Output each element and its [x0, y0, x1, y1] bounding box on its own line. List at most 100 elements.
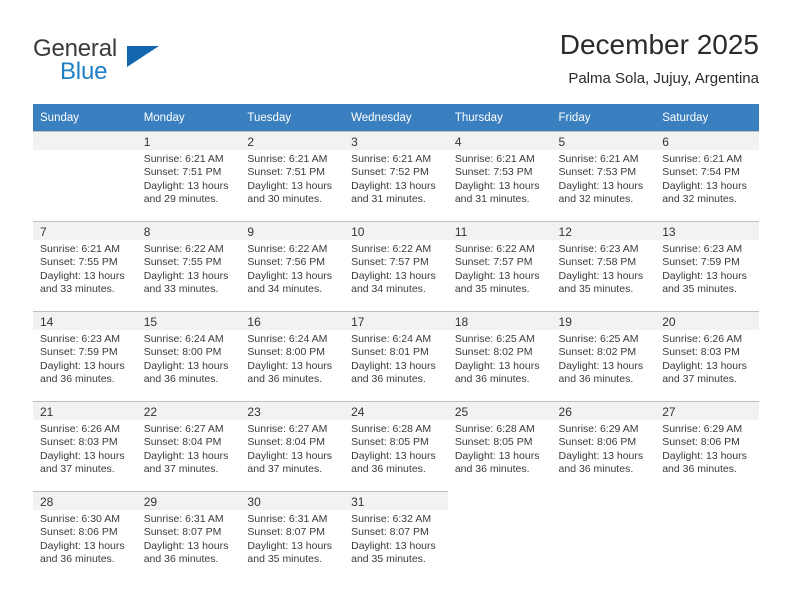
calendar-day-cell[interactable]: 7 Sunrise: 6:21 AM Sunset: 7:55 PM Daylight… [33, 221, 137, 311]
day-number [448, 491, 552, 509]
day-number: 3 [344, 132, 448, 150]
calendar-day-cell[interactable]: 8 Sunrise: 6:22 AM Sunset: 7:55 PM Daylight… [136, 221, 241, 311]
title-block: December 2025 Palma Sola, Jujuy, Argenti… [560, 28, 759, 90]
weekday-header-thursday: Thursday [447, 104, 552, 131]
day-details: Sunrise: 6:21 AM Sunset: 7:51 PM Daylight:… [240, 150, 344, 207]
calendar-day-cell[interactable]: 14 Sunrise: 6:23 AM Sunset: 7:59 PM Dayligh… [33, 311, 137, 401]
sunset-text: Sunset: 8:01 PM [351, 346, 429, 359]
calendar-day-cell[interactable]: 23 Sunrise: 6:27 AM Sunset: 8:04 PM Dayligh… [240, 401, 345, 491]
day-number [33, 132, 137, 150]
sunrise-text: Sunrise: 6:21 AM [143, 153, 224, 165]
sunset-text: Sunset: 8:02 PM [454, 346, 533, 359]
sunrise-text: Sunrise: 6:28 AM [351, 423, 432, 435]
daylight-text-line2: and 36 minutes. [558, 463, 634, 476]
calendar-day-cell[interactable]: 28 Sunrise: 6:30 AM Sunset: 8:06 PM Dayligh… [33, 491, 137, 581]
day-details: Sunrise: 6:22 AM Sunset: 7:57 PM Daylight:… [448, 240, 552, 297]
day-number: 24 [344, 402, 448, 420]
day-details: Sunrise: 6:24 AM Sunset: 8:00 PM Daylight:… [137, 330, 241, 387]
calendar-day-cell[interactable]: 1 Sunrise: 6:21 AM Sunset: 7:51 PM Daylight… [136, 131, 241, 221]
day-cell-inner: 8 Sunrise: 6:22 AM Sunset: 7:55 PM Daylight… [136, 221, 241, 311]
calendar-day-cell[interactable]: 29 Sunrise: 6:31 AM Sunset: 8:07 PM Dayligh… [136, 491, 241, 581]
day-number: 7 [33, 222, 137, 240]
day-cell-inner: 4 Sunrise: 6:21 AM Sunset: 7:53 PM Daylight… [447, 131, 552, 221]
sunset-text: Sunset: 7:56 PM [247, 256, 326, 269]
calendar-day-cell[interactable]: 26 Sunrise: 6:29 AM Sunset: 8:06 PM Dayligh… [551, 401, 656, 491]
weekday-row: Sunday Monday Tuesday Wednesday Thursday… [33, 104, 759, 131]
calendar-day-cell[interactable]: 2 Sunrise: 6:21 AM Sunset: 7:51 PM Daylight… [240, 131, 345, 221]
day-cell-inner: 1 Sunrise: 6:21 AM Sunset: 7:51 PM Daylight… [136, 131, 241, 221]
calendar-grid: Sunday Monday Tuesday Wednesday Thursday… [33, 104, 759, 581]
sunset-text: Sunset: 7:53 PM [454, 166, 533, 179]
daylight-text-line2: and 36 minutes. [40, 553, 115, 566]
weekday-header-tuesday: Tuesday [240, 104, 345, 131]
day-cell-inner: 6 Sunrise: 6:21 AM Sunset: 7:54 PM Daylight… [655, 131, 759, 221]
day-number: 26 [551, 402, 656, 420]
calendar-day-cell[interactable]: 16 Sunrise: 6:24 AM Sunset: 8:00 PM Dayligh… [240, 311, 345, 401]
calendar-day-cell[interactable]: 5 Sunrise: 6:21 AM Sunset: 7:53 PM Daylight… [551, 131, 656, 221]
daylight-text-line1: Daylight: 13 hours [558, 179, 644, 192]
calendar-day-cell[interactable]: 3 Sunrise: 6:21 AM Sunset: 7:52 PM Daylight… [344, 131, 448, 221]
daylight-text-line1: Daylight: 13 hours [351, 539, 436, 552]
day-cell-inner [552, 491, 656, 581]
daylight-text-line2: and 36 minutes. [454, 373, 530, 386]
day-details: Sunrise: 6:21 AM Sunset: 7:54 PM Daylight:… [655, 150, 759, 207]
weekday-header-wednesday: Wednesday [344, 104, 448, 131]
sunset-text: Sunset: 8:05 PM [351, 436, 429, 449]
weekday-header-sunday: Sunday [33, 104, 137, 131]
daylight-text-line1: Daylight: 13 hours [558, 269, 644, 282]
calendar-day-cell[interactable]: 17 Sunrise: 6:24 AM Sunset: 8:01 PM Dayligh… [344, 311, 448, 401]
day-details: Sunrise: 6:26 AM Sunset: 8:03 PM Daylight:… [655, 330, 759, 387]
calendar-day-cell[interactable]: 21 Sunrise: 6:26 AM Sunset: 8:03 PM Dayligh… [33, 401, 137, 491]
day-cell-inner: 31 Sunrise: 6:32 AM Sunset: 8:07 PM Dayligh… [344, 491, 448, 581]
calendar-week-row: 14 Sunrise: 6:23 AM Sunset: 7:59 PM Dayligh… [33, 311, 759, 401]
calendar-day-cell[interactable]: 27 Sunrise: 6:29 AM Sunset: 8:06 PM Dayligh… [655, 401, 759, 491]
day-details: Sunrise: 6:26 AM Sunset: 8:03 PM Daylight:… [33, 420, 137, 477]
daylight-text-line1: Daylight: 13 hours [247, 179, 333, 192]
sunrise-text: Sunrise: 6:24 AM [351, 333, 432, 345]
calendar-day-cell[interactable]: 19 Sunrise: 6:25 AM Sunset: 8:02 PM Dayligh… [551, 311, 656, 401]
calendar-week-row: 1 Sunrise: 6:21 AM Sunset: 7:51 PM Daylight… [33, 131, 759, 221]
sunset-text: Sunset: 8:06 PM [40, 526, 118, 539]
daylight-text-line1: Daylight: 13 hours [40, 449, 125, 462]
daylight-text-line1: Daylight: 13 hours [662, 359, 747, 372]
day-details: Sunrise: 6:25 AM Sunset: 8:02 PM Daylight:… [448, 330, 552, 387]
calendar-day-cell[interactable]: 15 Sunrise: 6:24 AM Sunset: 8:00 PM Dayligh… [136, 311, 241, 401]
calendar-day-cell[interactable]: 31 Sunrise: 6:32 AM Sunset: 8:07 PM Dayligh… [344, 491, 448, 581]
calendar-day-cell[interactable]: 22 Sunrise: 6:27 AM Sunset: 8:04 PM Dayligh… [136, 401, 241, 491]
calendar-day-cell[interactable]: 6 Sunrise: 6:21 AM Sunset: 7:54 PM Daylight… [655, 131, 759, 221]
day-cell-inner: 13 Sunrise: 6:23 AM Sunset: 7:59 PM Dayligh… [655, 221, 759, 311]
calendar-day-cell[interactable]: 20 Sunrise: 6:26 AM Sunset: 8:03 PM Dayligh… [655, 311, 759, 401]
calendar-day-cell[interactable]: 30 Sunrise: 6:31 AM Sunset: 8:07 PM Dayligh… [240, 491, 345, 581]
calendar-weekday-header: Sunday Monday Tuesday Wednesday Thursday… [33, 104, 759, 131]
calendar-day-cell[interactable]: 24 Sunrise: 6:28 AM Sunset: 8:05 PM Dayligh… [344, 401, 448, 491]
sunset-text: Sunset: 8:07 PM [143, 526, 222, 539]
calendar-day-cell[interactable]: 10 Sunrise: 6:22 AM Sunset: 7:57 PM Dayligh… [344, 221, 448, 311]
calendar-day-cell[interactable]: 25 Sunrise: 6:28 AM Sunset: 8:05 PM Dayligh… [447, 401, 552, 491]
sunrise-text: Sunrise: 6:22 AM [143, 243, 224, 255]
daylight-text-line1: Daylight: 13 hours [247, 539, 333, 552]
calendar-day-cell[interactable]: 13 Sunrise: 6:23 AM Sunset: 7:59 PM Dayligh… [655, 221, 759, 311]
sunset-text: Sunset: 7:51 PM [143, 166, 222, 179]
day-details: Sunrise: 6:30 AM Sunset: 8:06 PM Daylight:… [33, 510, 137, 567]
sunset-text: Sunset: 8:04 PM [143, 436, 222, 449]
sunrise-text: Sunrise: 6:21 AM [558, 153, 639, 165]
daylight-text-line1: Daylight: 13 hours [143, 179, 229, 192]
calendar-day-cell[interactable]: 12 Sunrise: 6:23 AM Sunset: 7:58 PM Dayligh… [551, 221, 656, 311]
calendar-day-cell[interactable]: 4 Sunrise: 6:21 AM Sunset: 7:53 PM Daylight… [447, 131, 552, 221]
day-details: Sunrise: 6:21 AM Sunset: 7:51 PM Daylight:… [137, 150, 241, 207]
day-cell-inner: 26 Sunrise: 6:29 AM Sunset: 8:06 PM Dayligh… [551, 401, 656, 491]
daylight-text-line2: and 31 minutes. [454, 193, 530, 206]
day-number: 18 [447, 312, 552, 330]
sunrise-text: Sunrise: 6:28 AM [454, 423, 535, 435]
calendar-day-cell[interactable]: 18 Sunrise: 6:25 AM Sunset: 8:02 PM Dayligh… [447, 311, 552, 401]
day-number: 5 [551, 132, 656, 150]
day-number: 9 [240, 222, 345, 240]
day-details: Sunrise: 6:28 AM Sunset: 8:05 PM Daylight:… [448, 420, 552, 477]
daylight-text-line1: Daylight: 13 hours [351, 179, 436, 192]
calendar-day-cell[interactable]: 11 Sunrise: 6:22 AM Sunset: 7:57 PM Dayligh… [447, 221, 552, 311]
day-details: Sunrise: 6:22 AM Sunset: 7:55 PM Daylight:… [137, 240, 241, 297]
calendar-day-cell[interactable]: 9 Sunrise: 6:22 AM Sunset: 7:56 PM Daylight… [240, 221, 345, 311]
sunrise-text: Sunrise: 6:21 AM [454, 153, 535, 165]
sunset-text: Sunset: 8:02 PM [558, 346, 637, 359]
sunset-text: Sunset: 7:55 PM [143, 256, 222, 269]
